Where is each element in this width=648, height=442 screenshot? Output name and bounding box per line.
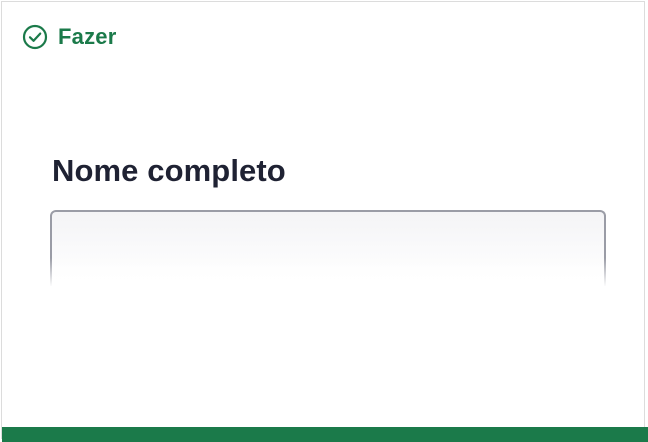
full-name-label: Nome completo	[52, 153, 286, 188]
status-label: Fazer	[58, 24, 117, 49]
check-circle-icon	[22, 24, 48, 50]
full-name-input[interactable]	[50, 210, 606, 286]
task-status: Fazer	[22, 23, 116, 51]
bottom-accent-bar	[2, 427, 648, 442]
